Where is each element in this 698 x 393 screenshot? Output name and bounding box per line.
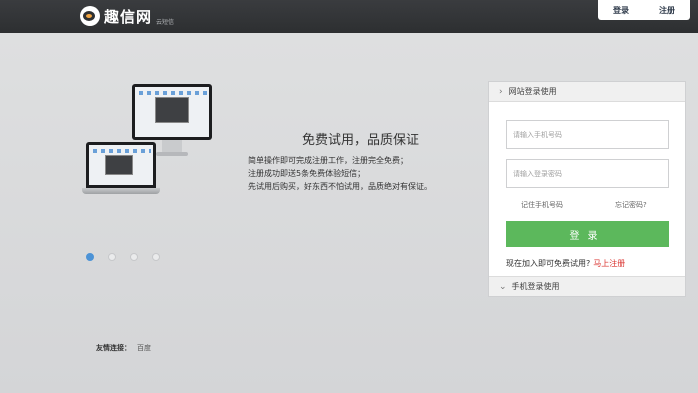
password-input[interactable] (506, 159, 669, 188)
hero-line: 注册成功即送5条免费体验短信； (248, 169, 366, 178)
laptop-image (86, 142, 156, 188)
hero-description: 简单操作即可完成注册工作，注册完全免费； 注册成功即送5条免费体验短信； 先试用… (248, 154, 432, 193)
register-link[interactable]: 注册 (659, 5, 675, 16)
forgot-password-link[interactable]: 忘记密码? (615, 200, 647, 210)
friend-links: 友情连接： 百度 (96, 343, 151, 353)
carousel-dot[interactable] (130, 253, 138, 261)
monitor-image (132, 84, 212, 140)
chevron-down-icon: ⌄ (499, 281, 507, 292)
trial-text: 现在加入即可免费试用? (506, 259, 591, 268)
hero-line: 简单操作即可完成注册工作，注册完全免费； (248, 156, 408, 165)
carousel-dot[interactable] (86, 253, 94, 261)
remember-phone-link[interactable]: 记住手机号码 (521, 200, 563, 210)
devices-illustration (82, 84, 216, 204)
mobile-login-header[interactable]: ⌄ 手机登录使用 (489, 276, 685, 296)
top-bar: 趣信网 云短信 登录 注册 (0, 0, 698, 33)
hero-line: 先试用后购买，好东西不怕试用，品质绝对有保证。 (248, 182, 432, 191)
site-logo[interactable]: 趣信网 云短信 (80, 4, 174, 28)
carousel-dot[interactable] (108, 253, 116, 261)
hero-headline: 免费试用，品质保证 (302, 133, 420, 148)
site-login-header[interactable]: › 网站登录使用 (489, 82, 685, 102)
top-links: 登录 注册 (598, 0, 690, 20)
login-link[interactable]: 登录 (613, 5, 629, 16)
login-button[interactable]: 登录 (506, 221, 669, 247)
register-prompt: 现在加入即可免费试用? 马上注册 (506, 258, 625, 269)
register-now-link[interactable]: 马上注册 (593, 259, 625, 268)
login-panel: › 网站登录使用 记住手机号码 忘记密码? 登录 现在加入即可免费试用?马上注册… (488, 81, 686, 297)
site-login-title: 网站登录使用 (508, 87, 557, 96)
friend-link-baidu[interactable]: 百度 (137, 344, 151, 352)
logo-subtitle: 云短信 (156, 18, 175, 26)
carousel-dot[interactable] (152, 253, 160, 261)
chevron-right-icon: › (499, 86, 503, 97)
logo-icon (80, 6, 100, 26)
logo-text: 趣信网 (104, 7, 153, 26)
friend-links-label: 友情连接： (96, 344, 131, 352)
carousel-indicators (86, 253, 174, 261)
mobile-login-title: 手机登录使用 (511, 282, 560, 291)
phone-input[interactable] (506, 120, 669, 149)
